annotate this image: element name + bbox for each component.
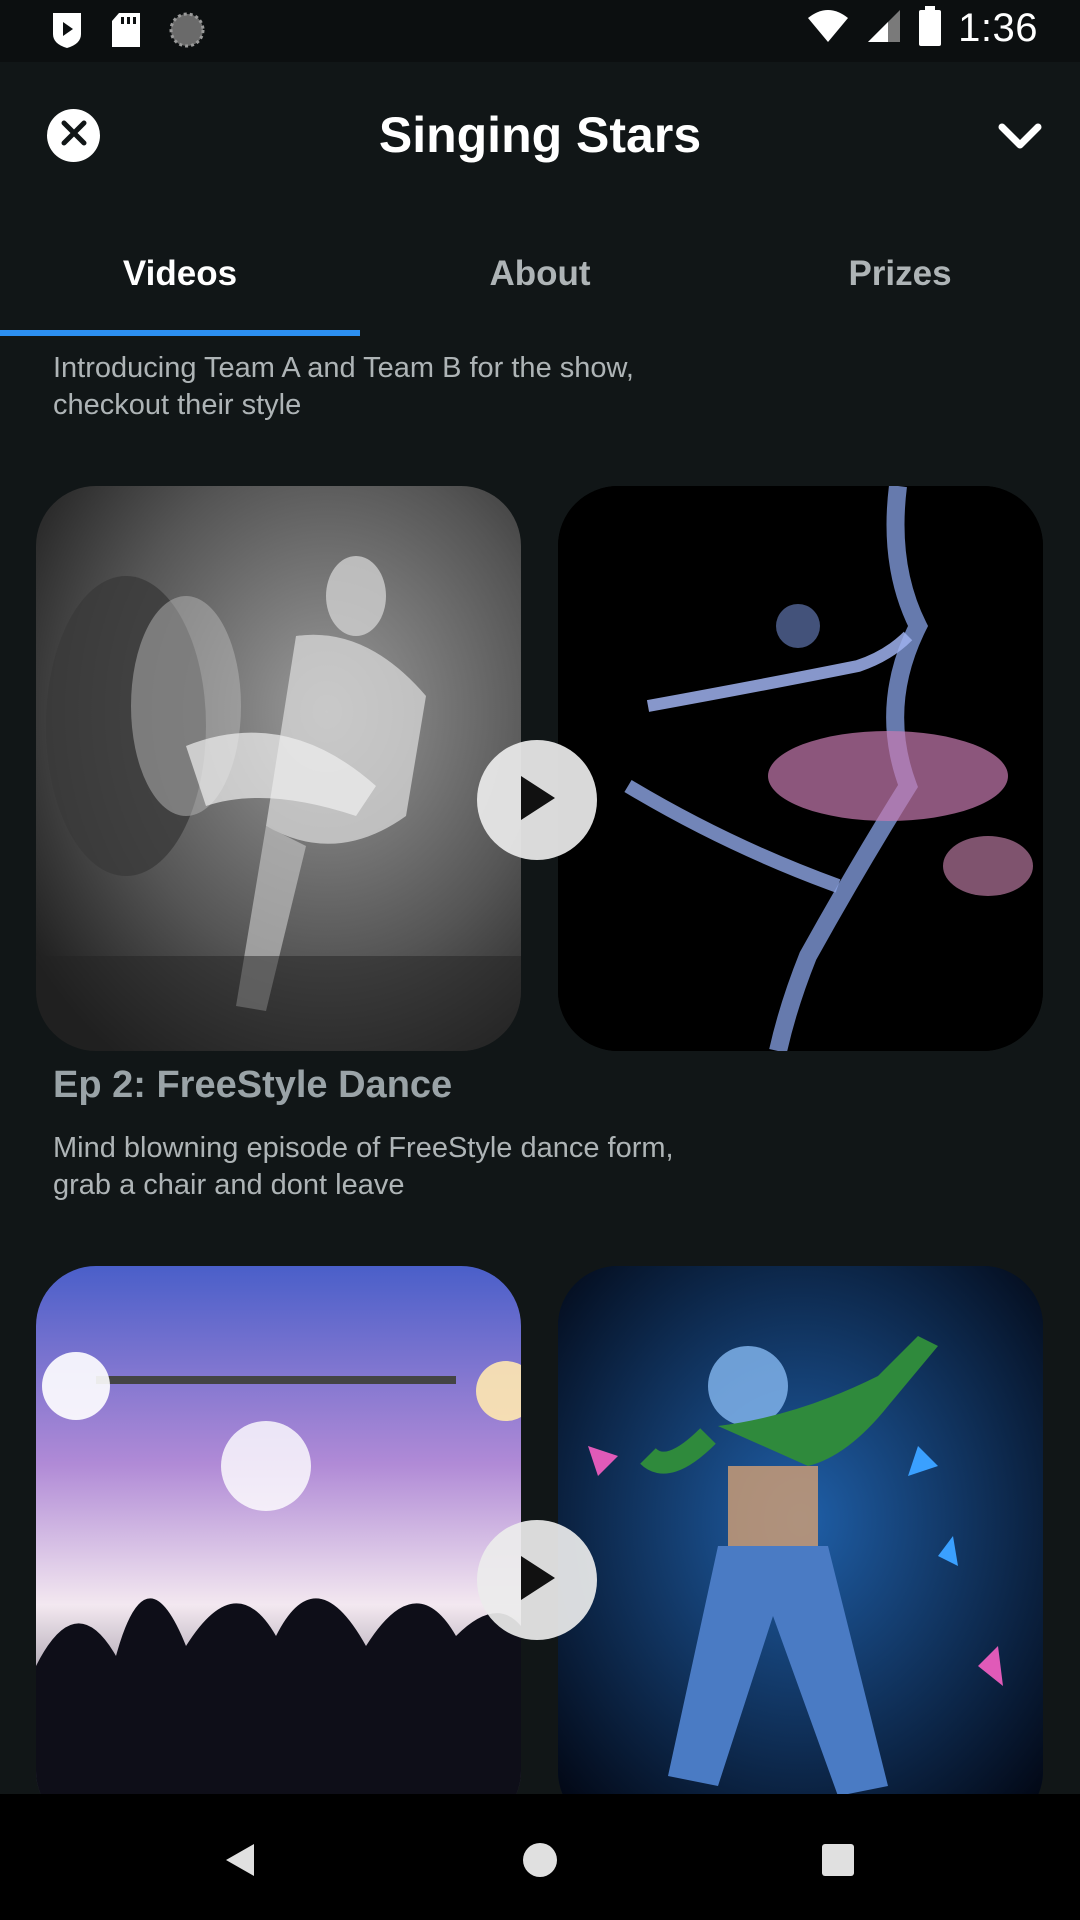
tab-videos[interactable]: Videos	[0, 212, 360, 336]
play-button[interactable]	[477, 740, 597, 860]
home-button[interactable]	[510, 1832, 570, 1892]
loading-circle-icon	[168, 11, 206, 54]
expand-button[interactable]	[990, 114, 1050, 164]
app-bar: Singing Stars	[0, 62, 1080, 212]
smoke-dancer-image[interactable]	[558, 486, 1043, 1051]
play-icon	[515, 1552, 559, 1609]
episode-title: Ep 2: FreeStyle Dance	[53, 1064, 453, 1106]
back-button[interactable]	[210, 1832, 270, 1892]
back-triangle-icon	[222, 1840, 258, 1885]
neon-hiphop-dancer-image[interactable]	[558, 1266, 1043, 1794]
episode-description: Introducing Team A and Team B for the sh…	[53, 352, 634, 421]
signal-icon	[866, 8, 902, 49]
tab-prizes[interactable]: Prizes	[720, 212, 1080, 336]
chevron-down-icon	[998, 122, 1042, 157]
video-list[interactable]: Introducing Team A and Team B for the sh…	[0, 336, 1080, 1794]
tab-about[interactable]: About	[360, 212, 720, 336]
tab-bar: Videos About Prizes	[0, 212, 1080, 336]
page-title: Singing Stars	[378, 107, 702, 163]
system-nav-bar	[0, 1794, 1080, 1920]
tab-label: Videos	[122, 254, 238, 293]
play-button[interactable]	[477, 1520, 597, 1640]
home-circle-icon	[521, 1841, 559, 1884]
recents-square-icon	[820, 1842, 856, 1883]
clock: 1:36	[958, 6, 1038, 50]
play-shield-icon	[50, 10, 84, 55]
tab-label: Prizes	[848, 254, 952, 293]
recents-button[interactable]	[808, 1832, 868, 1892]
episode-description: Mind blowning episode of FreeStyle dance…	[53, 1132, 674, 1201]
tab-label: About	[489, 254, 591, 293]
concert-crowd-image[interactable]	[36, 1266, 521, 1794]
couple-dance-bw-image[interactable]	[36, 486, 521, 1051]
status-bar: 1:36	[0, 0, 1080, 62]
play-icon	[515, 772, 559, 829]
sd-card-icon	[110, 11, 142, 54]
battery-icon	[918, 6, 942, 51]
wifi-icon	[806, 8, 850, 49]
